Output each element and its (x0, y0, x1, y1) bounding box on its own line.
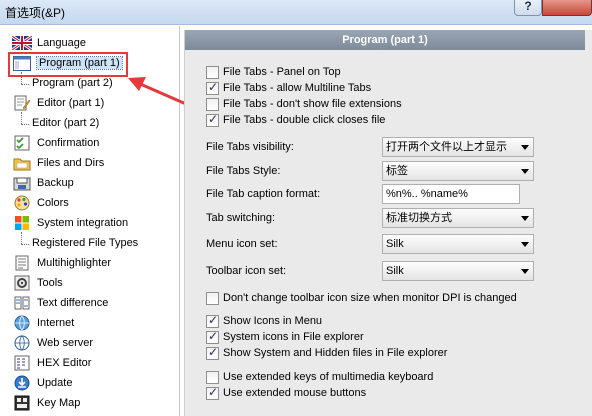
check-multimedia-keys[interactable]: Use extended keys of multimedia keyboard (206, 369, 433, 385)
diff-icon (12, 295, 32, 311)
sidebar: Language Program (part 1) Program (part … (0, 26, 180, 416)
label-menu-icon-set: Menu icon set: (206, 238, 278, 250)
title-bar: 首选项(&P) ? (0, 0, 592, 25)
label-tab-caption: File Tab caption format: (206, 188, 321, 200)
sidebar-item-web-server[interactable]: Web server (12, 333, 93, 353)
sidebar-item-hex-editor[interactable]: HEX Editor (12, 353, 91, 373)
checkbox[interactable] (206, 97, 219, 111)
tree-line (21, 124, 29, 125)
close-button[interactable] (542, 0, 592, 16)
checkbox[interactable] (206, 345, 219, 360)
windows-icon (12, 215, 32, 231)
sidebar-item-internet[interactable]: Internet (12, 313, 74, 333)
panel-header: Program (part 1) (185, 30, 585, 50)
label-tabs-visibility: File Tabs visibility: (206, 141, 294, 153)
sidebar-item-multihighlighter[interactable]: Multihighlighter (12, 253, 111, 273)
sidebar-item-registered-file-types[interactable]: Registered File Types (32, 233, 138, 253)
chevron-down-icon (521, 242, 529, 247)
sidebar-item-colors[interactable]: Colors (12, 193, 69, 213)
sidebar-item-confirmation[interactable]: Confirmation (12, 133, 99, 153)
tree-line (21, 244, 29, 245)
sidebar-item-editor-part1[interactable]: Editor (part 1) (12, 93, 104, 113)
checkbox[interactable] (206, 313, 219, 328)
globe-icon (12, 315, 32, 331)
keyboard-icon (12, 395, 32, 411)
check-extended-mouse[interactable]: Use extended mouse buttons (206, 385, 366, 401)
window-title: 首选项(&P) (5, 6, 66, 20)
chevron-down-icon (521, 145, 529, 150)
label-tabs-style: File Tabs Style: (206, 165, 281, 177)
tab-caption-input[interactable]: %n%.. %name% (382, 184, 520, 204)
update-icon (12, 375, 32, 391)
sidebar-item-editor-part2[interactable]: Editor (part 2) (32, 113, 99, 133)
check-show-hidden-files[interactable]: Show System and Hidden files in File exp… (206, 345, 447, 361)
tree-line (21, 112, 22, 124)
sidebar-item-tools[interactable]: Tools (12, 273, 63, 293)
check-tabs-no-extensions[interactable]: File Tabs - don't show file extensions (206, 96, 402, 112)
check-tabs-multiline[interactable]: File Tabs - allow Multiline Tabs (206, 80, 371, 96)
sidebar-item-system-integration[interactable]: System integration (12, 213, 128, 233)
sidebar-item-key-map[interactable]: Key Map (12, 393, 80, 413)
sidebar-item-backup[interactable]: Backup (12, 173, 74, 193)
help-button[interactable]: ? (514, 0, 542, 16)
check-show-icons-menu[interactable]: Show Icons in Menu (206, 313, 322, 329)
folder-icon (12, 155, 32, 171)
checkbox[interactable] (206, 385, 219, 400)
menu-icon-set-select[interactable]: Silk (382, 234, 534, 254)
chevron-down-icon (521, 216, 529, 221)
label-tab-switching: Tab switching: (206, 212, 276, 224)
check-tabs-panel-on-top[interactable]: File Tabs - Panel on Top (206, 64, 341, 80)
edit-icon (12, 95, 32, 111)
check-tabs-double-click-close[interactable]: File Tabs - double click closes file (206, 112, 385, 128)
sidebar-item-language[interactable]: Language (12, 33, 86, 53)
checkbox[interactable] (206, 370, 219, 384)
tree-line (21, 232, 22, 244)
checkbox[interactable] (206, 291, 219, 305)
hex-icon (12, 355, 32, 371)
sidebar-item-text-difference[interactable]: Text difference (12, 293, 108, 313)
toolbar-icon-set-select[interactable]: Silk (382, 261, 534, 281)
checkbox[interactable] (206, 80, 219, 95)
checklist-icon (12, 135, 32, 151)
checkbox[interactable] (206, 112, 219, 127)
sidebar-item-update[interactable]: Update (12, 373, 72, 393)
web-icon (12, 335, 32, 351)
checkbox[interactable] (206, 329, 219, 344)
gear-icon (12, 275, 32, 291)
tabs-style-select[interactable]: 标签 (382, 161, 534, 181)
chevron-down-icon (521, 169, 529, 174)
check-system-icons-explorer[interactable]: System icons in File explorer (206, 329, 364, 345)
check-dpi-toolbar[interactable]: Don't change toolbar icon size when moni… (206, 290, 517, 306)
chevron-down-icon (521, 269, 529, 274)
checkbox[interactable] (206, 65, 219, 79)
tab-switching-select[interactable]: 标准切换方式 (382, 208, 534, 228)
flag-icon (12, 35, 32, 51)
backup-icon (12, 175, 32, 191)
tree-line (21, 84, 29, 85)
palette-icon (12, 195, 32, 211)
document-icon (12, 255, 32, 271)
sidebar-item-files-and-dirs[interactable]: Files and Dirs (12, 153, 104, 173)
label-toolbar-icon-set: Toolbar icon set: (206, 265, 287, 277)
highlight-box (8, 52, 128, 77)
tabs-visibility-select[interactable]: 打开两个文件以上才显示 (382, 137, 534, 157)
